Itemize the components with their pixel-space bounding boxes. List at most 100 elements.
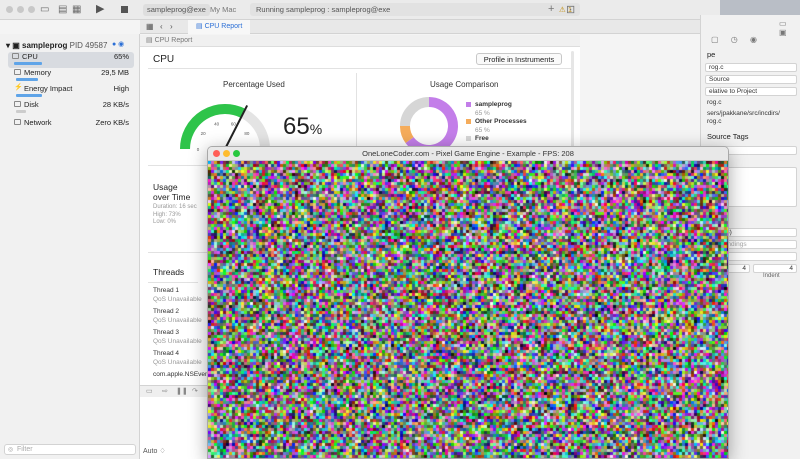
memory-sparkline xyxy=(16,78,38,81)
gauge-cpu[interactable]: CPU 65% xyxy=(8,52,134,68)
uot-line-2: over Time xyxy=(153,192,191,202)
xcode-toolbar: ▭ ▤ ▦ ▶ sampleprog@exe My Mac Running sa… xyxy=(0,0,720,20)
thread-row[interactable]: Thread 1 QoS Unavailable xyxy=(153,286,202,304)
usage-high: High: 73% xyxy=(153,211,181,218)
tab-label: CPU Report xyxy=(204,23,243,30)
scheme-selector[interactable]: sampleprog@exe xyxy=(143,4,210,16)
usage-stats: Duration: 16 sec High: 73% Low: 0% xyxy=(153,204,197,227)
usage-duration: Duration: 16 sec xyxy=(153,204,197,210)
location-select[interactable]: elative to Project xyxy=(705,87,797,96)
gauge-label: Energy Impact xyxy=(24,84,73,93)
energy-icon: ⚡ xyxy=(14,84,23,91)
threads-title: Threads xyxy=(153,267,185,277)
pge-title-bar[interactable]: OneLoneCoder.com - Pixel Game Engine - E… xyxy=(208,147,728,161)
gauge-tick-label: 80 xyxy=(244,131,250,136)
grid-small-icon[interactable]: ▦ xyxy=(146,20,154,34)
destination-selector[interactable]: My Mac xyxy=(210,4,236,16)
thread-row[interactable]: com.apple.NSEvent xyxy=(153,370,210,379)
minimize-window-button[interactable] xyxy=(17,6,24,13)
run-button[interactable]: ▶ xyxy=(96,2,104,15)
thread-row[interactable]: Thread 4 QoS Unavailable xyxy=(153,349,202,367)
close-window-button[interactable] xyxy=(6,6,13,13)
process-pid: PID 49587 xyxy=(69,41,108,50)
indent-width-field[interactable]: 4 xyxy=(753,264,797,273)
forward-icon[interactable]: › xyxy=(170,20,173,34)
inspector-toggle-icons[interactable]: ▭ ▣ xyxy=(779,19,800,37)
thread-qos: QoS Unavailable xyxy=(153,338,202,345)
usage-over-time-title: Usage over Time xyxy=(153,182,190,202)
pge-minimize-button[interactable] xyxy=(223,150,230,157)
hide-debug-area-icon[interactable]: ▭ xyxy=(146,387,153,395)
full-path: sers/jpakkane/src/incdirs/ xyxy=(707,110,780,117)
sidebar-toggle-icon[interactable]: ▭ xyxy=(40,3,49,17)
pge-noise-canvas[interactable] xyxy=(208,161,728,458)
split-editor-icon[interactable]: ⊡ xyxy=(566,3,575,16)
gauge-value: 65% xyxy=(113,52,129,61)
console-output-selector[interactable]: Auto ♢ xyxy=(140,445,210,459)
legend-pct: 65 % xyxy=(475,127,490,134)
gauge-label: Network xyxy=(24,118,52,127)
thread-qos: QoS Unavailable xyxy=(153,317,202,324)
legend-pct: 65 % xyxy=(475,110,490,117)
stop-button[interactable] xyxy=(121,6,128,13)
title-divider xyxy=(148,68,572,69)
pge-zoom-button[interactable] xyxy=(233,150,240,157)
gauge-memory[interactable]: Memory 29,5 MB xyxy=(10,68,134,84)
thread-row[interactable]: Thread 3 QoS Unavailable xyxy=(153,328,202,346)
uot-line-1: Usage xyxy=(153,182,178,192)
library-icon[interactable]: ▤ xyxy=(58,3,67,17)
gauge-label: Disk xyxy=(24,100,39,109)
energy-sparkline xyxy=(16,94,42,97)
inspector-tabs[interactable]: ▢ ◷ ◉ xyxy=(711,35,762,44)
jumpbar-label[interactable]: CPU Report xyxy=(155,37,193,44)
navigator-filter-input[interactable]: Filter xyxy=(4,444,136,455)
add-icon[interactable]: + xyxy=(548,3,554,15)
gauge-energy[interactable]: ⚡ Energy Impact High xyxy=(10,84,134,100)
file-name-field[interactable]: rog.c xyxy=(705,63,797,72)
gauge-label: CPU xyxy=(22,52,38,61)
usage-comparison-title: Usage Comparison xyxy=(430,80,499,89)
gauge-tick-label: 40 xyxy=(214,121,220,126)
percentage-used-title: Percentage Used xyxy=(223,80,285,89)
pause-icon[interactable]: ❚❚ xyxy=(176,387,188,395)
process-header[interactable]: ▾ ▣ sampleprog PID 49587 xyxy=(6,41,107,50)
indent-label: Indent xyxy=(763,273,780,279)
breakpoints-icon[interactable]: ⇨ xyxy=(162,387,168,395)
pixel-game-engine-window[interactable]: OneLoneCoder.com - Pixel Game Engine - E… xyxy=(207,146,729,459)
profile-in-instruments-button[interactable]: Profile in Instruments xyxy=(476,53,562,65)
gauge-tick-label: 20 xyxy=(201,131,207,136)
pge-title: OneLoneCoder.com - Pixel Game Engine - E… xyxy=(362,149,574,158)
back-icon[interactable]: ‹ xyxy=(160,20,163,34)
report-title: CPU xyxy=(153,54,175,65)
thread-name: Thread 1 xyxy=(153,287,180,294)
legend-name: Other Processes xyxy=(475,118,527,125)
debug-navigator: ▾ ▣ sampleprog PID 49587 ● ◉ CPU 65% Mem… xyxy=(0,34,140,459)
grid-icon[interactable]: ▦ xyxy=(72,3,81,17)
legend-name: Free xyxy=(475,135,489,142)
legend-swatch xyxy=(466,101,471,107)
step-over-icon[interactable]: ↷ xyxy=(192,387,198,395)
process-name: sampleprog xyxy=(22,41,68,50)
legend-item-free: Free xyxy=(466,135,489,142)
pge-close-button[interactable] xyxy=(213,150,220,157)
gauge-value: High xyxy=(113,84,129,93)
gauge-value: 28 KB/s xyxy=(102,100,129,109)
legend-swatch xyxy=(466,135,471,141)
zoom-window-button[interactable] xyxy=(28,6,35,13)
cpu-sparkline xyxy=(14,62,42,65)
thread-name: com.apple.NSEvent xyxy=(153,371,211,378)
thread-name: Thread 3 xyxy=(153,329,180,336)
thread-qos: QoS Unavailable xyxy=(153,359,202,366)
cpu-percentage-symbol: % xyxy=(309,121,323,137)
gauge-disk[interactable]: Disk 28 KB/s xyxy=(10,100,134,116)
memory-icon xyxy=(14,69,21,75)
tab-cpu-report[interactable]: ▤ CPU Report xyxy=(188,20,251,34)
thread-qos: QoS Unavailable xyxy=(153,296,202,303)
thread-row[interactable]: Thread 2 QoS Unavailable xyxy=(153,307,202,325)
gauge-network[interactable]: Network Zero KB/s xyxy=(10,118,134,134)
gauge-tick-label: 0 xyxy=(197,147,200,152)
gauge-tick-label: 60 xyxy=(231,121,237,126)
jump-bar: ▤ CPU Report xyxy=(140,35,580,47)
file-type-select[interactable]: Source xyxy=(705,75,797,84)
donut-slice xyxy=(400,97,430,127)
